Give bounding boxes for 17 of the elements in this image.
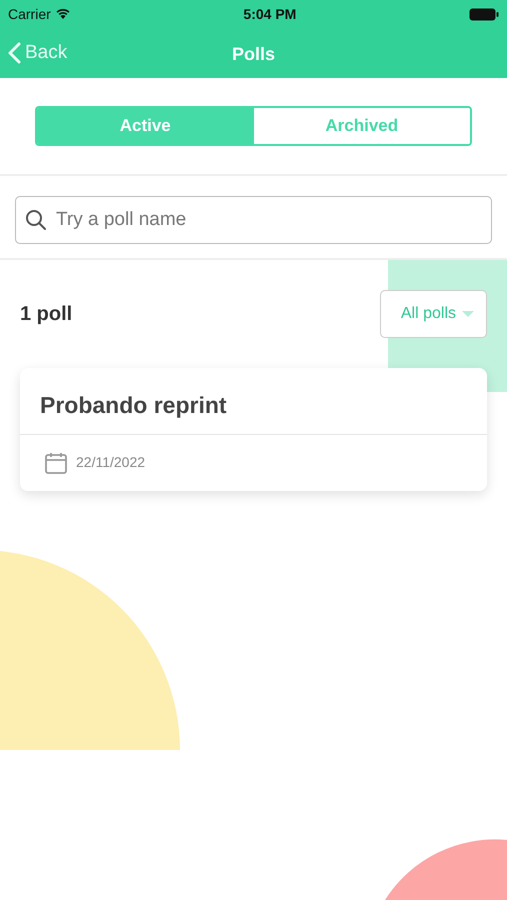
poll-title: Probando reprint <box>20 368 487 435</box>
segment-tab[interactable]: Active <box>37 108 254 144</box>
wifi-icon <box>54 8 71 20</box>
calendar-icon <box>44 450 68 475</box>
page-title: Polls <box>232 43 275 66</box>
carrier-label: Carrier <box>8 4 51 24</box>
poll-date: 22/11/2022 <box>76 453 146 472</box>
poll-card[interactable]: Probando reprint 22/11/2022 <box>20 368 487 491</box>
poll-count: 1 poll <box>20 302 72 327</box>
status-time: 5:04 PM <box>243 4 296 24</box>
caret-icon <box>462 310 474 318</box>
chevron-left-icon <box>8 42 21 64</box>
search-field[interactable]: Try a poll name <box>15 196 492 244</box>
filter-dropdown[interactable]: All polls <box>380 290 487 338</box>
battery-icon <box>468 8 499 20</box>
back-button[interactable]: Back <box>0 38 76 68</box>
search-icon <box>25 209 47 231</box>
